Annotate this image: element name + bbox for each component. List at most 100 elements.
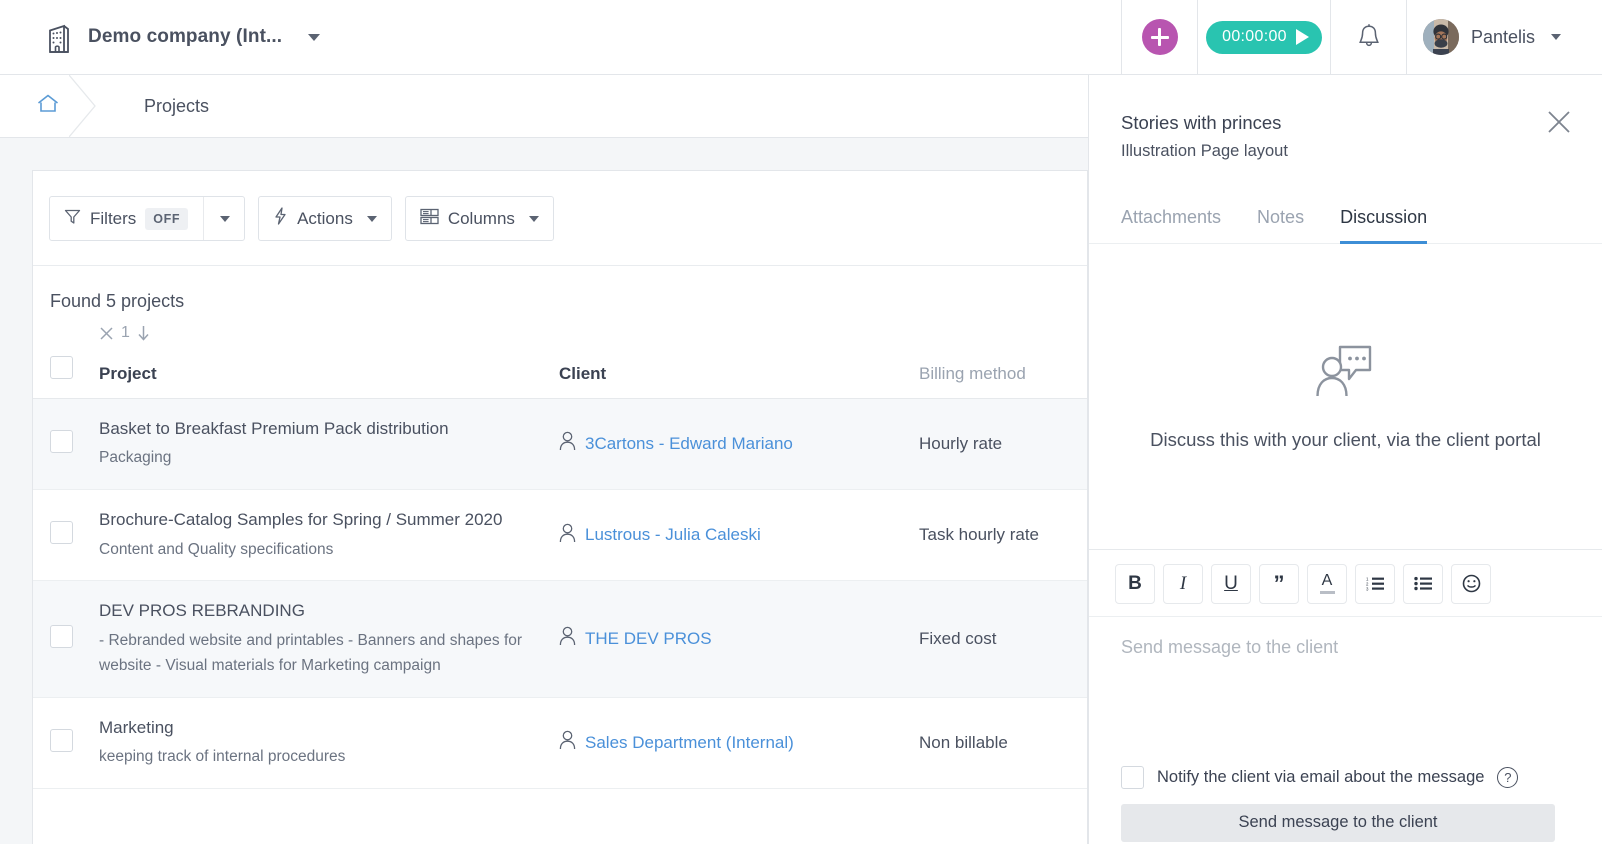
username: Pantelis — [1471, 26, 1536, 47]
person-icon — [559, 626, 576, 651]
project-title[interactable]: Brochure-Catalog Samples for Spring / Su… — [99, 508, 559, 533]
table-head: 1 Project Client Billing method — [33, 324, 1087, 399]
actions-button[interactable]: Actions — [258, 196, 392, 241]
breadcrumb-home[interactable] — [0, 75, 96, 137]
columns-button[interactable]: Columns — [404, 196, 554, 241]
plus-icon[interactable] — [1141, 19, 1178, 55]
notify-label: Notify the client via email about the me… — [1157, 767, 1485, 786]
notifications-cell — [1330, 0, 1406, 75]
sort-indicator-cell: 1 — [33, 324, 1087, 348]
avatar — [1423, 19, 1459, 55]
svg-text:3: 3 — [1366, 587, 1369, 592]
breadcrumb-current[interactable]: Projects — [96, 75, 209, 137]
client-link[interactable]: THE DEV PROS — [585, 629, 712, 649]
project-title[interactable]: Marketing — [99, 716, 559, 741]
sort-order-number: 1 — [121, 324, 130, 341]
column-header-project[interactable]: Project — [99, 347, 559, 399]
client-link[interactable]: Lustrous - Julia Caleski — [585, 525, 761, 545]
building-icon — [44, 20, 74, 54]
side-panel-title: Stories with princes — [1121, 112, 1282, 133]
send-message-button[interactable]: Send message to the client — [1121, 803, 1555, 842]
projects-toolbar: Filters OFF Actions Columns — [33, 171, 1087, 265]
billing-cell: Hourly rate — [919, 398, 1087, 489]
row-select-cell — [33, 398, 99, 489]
chevron-down-icon[interactable] — [366, 215, 377, 222]
close-icon[interactable] — [1546, 109, 1572, 135]
sort-indicator[interactable]: 1 — [99, 324, 150, 342]
unordered-list-icon[interactable] — [1403, 563, 1443, 604]
tab-notes[interactable]: Notes — [1257, 207, 1304, 244]
main-content: Filters OFF Actions Columns Found 5 proj… — [0, 138, 1088, 844]
add-button[interactable] — [1141, 19, 1178, 55]
timer-widget[interactable]: 00:00:00 — [1206, 20, 1322, 54]
quote-icon[interactable]: ” — [1259, 563, 1299, 604]
row-select-cell — [33, 697, 99, 788]
toolbar-divider — [203, 197, 205, 240]
remove-sort-icon — [100, 326, 113, 340]
select-all-checkbox[interactable] — [50, 355, 73, 379]
row-select-cell — [33, 581, 99, 697]
timer-cell: 00:00:00 — [1197, 0, 1330, 75]
emoji-icon[interactable] — [1451, 563, 1491, 604]
row-checkbox[interactable] — [50, 624, 73, 648]
italic-icon[interactable]: I — [1163, 563, 1203, 604]
filters-button[interactable]: Filters OFF — [49, 196, 246, 241]
notify-checkbox[interactable] — [1121, 765, 1144, 789]
projects-table: 1 Project Client Billing method Basket t… — [33, 324, 1087, 789]
chevron-down-icon[interactable] — [528, 215, 539, 222]
row-checkbox[interactable] — [50, 521, 73, 545]
timer-value: 00:00:00 — [1222, 28, 1287, 45]
ordered-list-icon[interactable]: 1 2 3 — [1355, 563, 1395, 604]
underline-icon[interactable]: U — [1211, 563, 1251, 604]
person-icon — [559, 523, 576, 548]
play-icon[interactable] — [1295, 29, 1309, 45]
tab-discussion[interactable]: Discussion — [1340, 207, 1428, 244]
actions-label: Actions — [297, 208, 353, 228]
person-icon — [559, 431, 576, 456]
discussion-side-panel: Stories with princes Illustration Page l… — [1088, 75, 1602, 844]
billing-cell: Fixed cost — [919, 581, 1087, 697]
column-header-billing[interactable]: Billing method — [919, 347, 1087, 399]
billing-cell: Non billable — [919, 697, 1087, 788]
project-subtitle: Content and Quality specifications — [99, 540, 334, 558]
table-row[interactable]: DEV PROS REBRANDING - Rebranded website … — [33, 580, 1087, 698]
table-row[interactable]: Brochure-Catalog Samples for Spring / Su… — [33, 489, 1087, 581]
client-link[interactable]: Sales Department (Internal) — [585, 733, 794, 753]
home-icon — [35, 92, 61, 121]
discussion-empty-text: Discuss this with your client, via the c… — [1150, 428, 1541, 450]
filter-icon — [64, 208, 81, 230]
row-checkbox[interactable] — [50, 429, 73, 453]
company-name: Demo company (Int... — [88, 26, 283, 47]
tab-attachments[interactable]: Attachments — [1121, 207, 1221, 244]
client-cell: Lustrous - Julia Caleski — [559, 489, 919, 580]
question-mark-icon[interactable]: ? — [1497, 766, 1519, 788]
project-title[interactable]: DEV PROS REBRANDING — [99, 599, 559, 624]
columns-label: Columns — [447, 208, 515, 228]
row-checkbox[interactable] — [50, 728, 73, 752]
billing-method: Fixed cost — [919, 628, 997, 648]
table-header-row: Project Client Billing method — [33, 347, 1087, 399]
chevron-down-icon[interactable] — [1551, 34, 1562, 40]
lightning-icon — [273, 207, 288, 230]
app-root: Demo company (Int... 00:00:00 Pantelis P… — [0, 0, 1602, 844]
project-cell: DEV PROS REBRANDING - Rebranded website … — [99, 581, 559, 697]
message-input[interactable]: Send message to the client — [1089, 615, 1602, 766]
billing-cell: Task hourly rate — [919, 489, 1087, 580]
table-row[interactable]: Marketing keeping track of internal proc… — [33, 697, 1087, 789]
client-cell: 3Cartons - Edward Mariano — [559, 398, 919, 489]
breadcrumb-separator — [69, 75, 97, 137]
bell-icon[interactable] — [1357, 23, 1381, 51]
chevron-down-icon[interactable] — [308, 33, 321, 41]
sort-descending-icon — [138, 326, 149, 341]
chevron-down-icon[interactable] — [220, 215, 231, 222]
project-subtitle: - Rebranded website and printables - Ban… — [99, 632, 523, 674]
user-menu[interactable]: Pantelis — [1406, 0, 1602, 75]
bold-icon[interactable]: B — [1115, 563, 1155, 604]
client-link[interactable]: 3Cartons - Edward Mariano — [585, 434, 793, 454]
project-title[interactable]: Basket to Breakfast Premium Pack distrib… — [99, 417, 559, 442]
billing-method: Task hourly rate — [919, 525, 1039, 545]
table-row[interactable]: Basket to Breakfast Premium Pack distrib… — [33, 398, 1087, 490]
text-color-icon[interactable]: A — [1307, 563, 1347, 604]
company-switcher[interactable]: Demo company (Int... — [0, 20, 321, 54]
column-header-client[interactable]: Client — [559, 347, 919, 399]
